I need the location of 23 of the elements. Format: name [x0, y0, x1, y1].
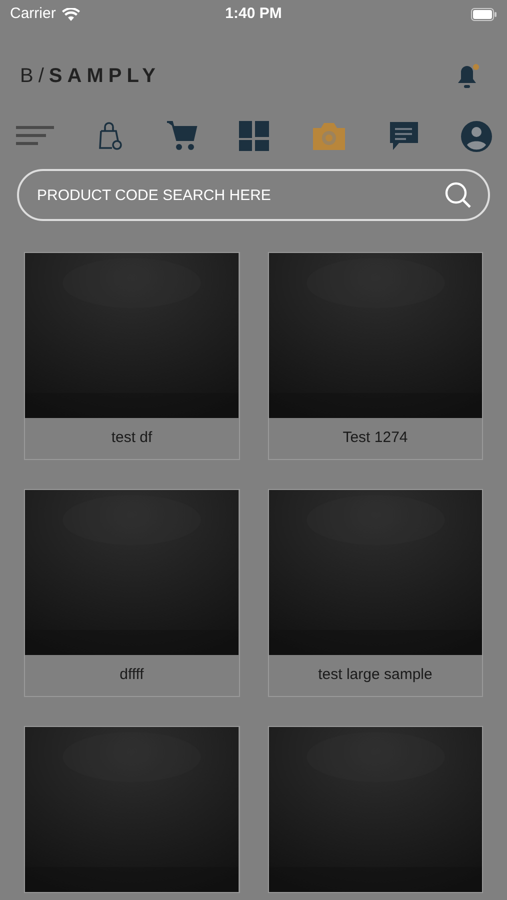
battery-icon [470, 8, 497, 20]
cart-icon[interactable] [166, 120, 198, 152]
product-name: test df [110, 428, 154, 448]
bell-icon [457, 64, 477, 88]
logo: B/SAMPLY [20, 64, 160, 89]
account-icon[interactable] [460, 120, 492, 152]
product-card[interactable]: test large sample [268, 489, 483, 697]
product-name: Test 1274 [342, 428, 409, 448]
status-time: 1:40 PM [225, 4, 282, 24]
product-name: dffff [118, 665, 145, 686]
product-card[interactable]: test df [24, 252, 240, 460]
product-card[interactable]: dffff [24, 489, 240, 697]
search-icon[interactable] [444, 181, 472, 209]
wifi-icon [62, 8, 80, 20]
notification-button[interactable] [457, 64, 479, 88]
carrier-label: Carrier [10, 4, 56, 24]
product-name: test large sample [317, 665, 434, 686]
chat-icon[interactable] [389, 121, 420, 151]
dashboard-icon[interactable] [239, 121, 270, 151]
menu-icon[interactable] [16, 125, 56, 147]
product-card[interactable]: Test 1274 [268, 252, 483, 460]
search-field[interactable]: PRODUCT CODE SEARCH HERE [17, 169, 490, 221]
shopping-bag-icon[interactable] [98, 121, 124, 151]
